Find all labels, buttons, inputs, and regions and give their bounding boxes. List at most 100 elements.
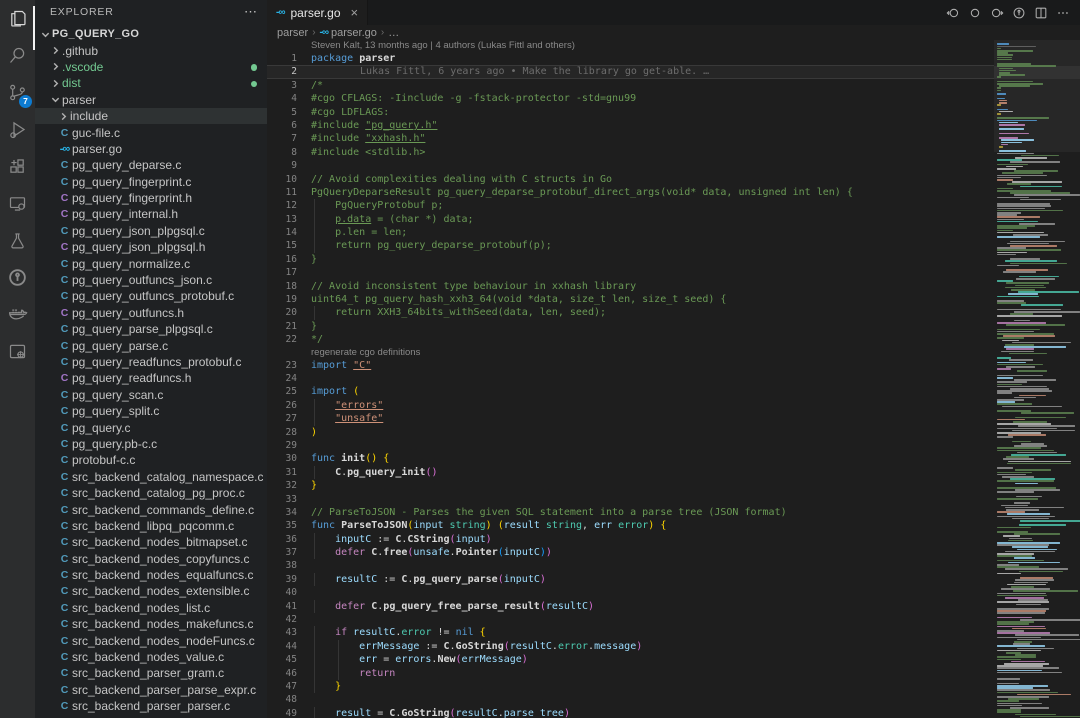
next-change-icon[interactable] bbox=[989, 5, 1004, 20]
code-line-48[interactable]: 48 bbox=[267, 693, 994, 706]
tree-item-pg-query-internal-h[interactable]: Cpg_query_internal.h bbox=[35, 206, 267, 222]
tree-item-pg-query-outfuncs-protobuf-c[interactable]: Cpg_query_outfuncs_protobuf.c bbox=[35, 288, 267, 304]
tree-item-src-backend-nodes-extensible-c[interactable]: Csrc_backend_nodes_extensible.c bbox=[35, 583, 267, 599]
tree-item-pg-query-readfuncs-protobuf-c[interactable]: Cpg_query_readfuncs_protobuf.c bbox=[35, 354, 267, 370]
code-line-14[interactable]: 14 p.len = len; bbox=[267, 226, 994, 239]
code-line-31[interactable]: 31 C.pg_query_init() bbox=[267, 466, 994, 479]
code-line-22[interactable]: 22*/ bbox=[267, 333, 994, 346]
tree-item--github[interactable]: .github bbox=[35, 42, 267, 58]
tree-item-pg-query-fingerprint-c[interactable]: Cpg_query_fingerprint.c bbox=[35, 174, 267, 190]
tree-item-src-backend-nodes-value-c[interactable]: Csrc_backend_nodes_value.c bbox=[35, 649, 267, 665]
tree-item-src-backend-commands-define-c[interactable]: Csrc_backend_commands_define.c bbox=[35, 501, 267, 517]
codelens-annotation[interactable]: Steven Kalt, 13 months ago | 4 authors (… bbox=[267, 40, 994, 52]
code-line-49[interactable]: 49 result = C.GoString(resultC.parse_tre… bbox=[267, 707, 994, 718]
code-line-8[interactable]: 8#include <stdlib.h> bbox=[267, 146, 994, 159]
tree-item-pg-query-fingerprint-h[interactable]: Cpg_query_fingerprint.h bbox=[35, 190, 267, 206]
code-line-39[interactable]: 39 resultC := C.pg_query_parse(inputC) bbox=[267, 573, 994, 586]
code-line-47[interactable]: 47 } bbox=[267, 680, 994, 693]
prev-change-icon[interactable] bbox=[945, 5, 960, 20]
tree-item-pg-query-pb-c-c[interactable]: Cpg_query.pb-c.c bbox=[35, 436, 267, 452]
tree-item-pg-query-normalize-c[interactable]: Cpg_query_normalize.c bbox=[35, 255, 267, 271]
tree-item-dist[interactable]: dist bbox=[35, 75, 267, 91]
code-line-40[interactable]: 40 bbox=[267, 586, 994, 599]
close-icon[interactable]: × bbox=[351, 5, 359, 20]
code-line-4[interactable]: 4#cgo CFLAGS: -Iinclude -g -fstack-prote… bbox=[267, 92, 994, 105]
tree-item-pg-query-scan-c[interactable]: Cpg_query_scan.c bbox=[35, 387, 267, 403]
code-line-9[interactable]: 9 bbox=[267, 159, 994, 172]
tree-item-src-backend-catalog-pg-proc-c[interactable]: Csrc_backend_catalog_pg_proc.c bbox=[35, 485, 267, 501]
code-line-27[interactable]: 27 "unsafe" bbox=[267, 412, 994, 425]
code-line-29[interactable]: 29 bbox=[267, 439, 994, 452]
tree-item--vscode[interactable]: .vscode bbox=[35, 59, 267, 75]
code-line-2[interactable]: 2Lukas Fittl, 6 years ago • Make the lib… bbox=[267, 65, 994, 78]
code-line-28[interactable]: 28) bbox=[267, 426, 994, 439]
activity-source-control-icon[interactable]: 7 bbox=[0, 74, 35, 111]
activity-run-debug-icon[interactable] bbox=[0, 111, 35, 148]
tree-item-src-backend-nodes-equalfuncs-c[interactable]: Csrc_backend_nodes_equalfuncs.c bbox=[35, 567, 267, 583]
tree-item-pg-query-split-c[interactable]: Cpg_query_split.c bbox=[35, 403, 267, 419]
code-line-35[interactable]: 35func ParseToJSON(input string) (result… bbox=[267, 519, 994, 532]
more-icon[interactable] bbox=[1055, 5, 1070, 20]
code-line-1[interactable]: 1package parser bbox=[267, 52, 994, 65]
code-line-26[interactable]: 26 "errors" bbox=[267, 399, 994, 412]
code-line-20[interactable]: 20 return XXH3_64bits_withSeed(data, len… bbox=[267, 306, 994, 319]
code-line-46[interactable]: 46 return bbox=[267, 667, 994, 680]
activity-docker-icon[interactable] bbox=[0, 296, 35, 333]
tree-item-pg-query-json-plpgsql-h[interactable]: Cpg_query_json_plpgsql.h bbox=[35, 239, 267, 255]
code-line-6[interactable]: 6#include "pg_query.h" bbox=[267, 119, 994, 132]
code-line-23[interactable]: 23import "C" bbox=[267, 359, 994, 372]
tree-item-src-backend-nodes-bitmapset-c[interactable]: Csrc_backend_nodes_bitmapset.c bbox=[35, 534, 267, 550]
code-line-36[interactable]: 36 inputC := C.CString(input) bbox=[267, 533, 994, 546]
tree-item-protobuf-c-c[interactable]: Cprotobuf-c.c bbox=[35, 452, 267, 468]
tree-item-src-backend-nodes-nodefuncs-c[interactable]: Csrc_backend_nodes_nodeFuncs.c bbox=[35, 632, 267, 648]
code-line-43[interactable]: 43 if resultC.error != nil { bbox=[267, 626, 994, 639]
code-line-5[interactable]: 5#cgo LDFLAGS: bbox=[267, 106, 994, 119]
tab-parser-go[interactable]: -∞ parser.go × bbox=[267, 0, 368, 25]
tree-item-pg-query-c[interactable]: Cpg_query.c bbox=[35, 419, 267, 435]
activity-extensions-icon[interactable] bbox=[0, 148, 35, 185]
code-line-33[interactable]: 33 bbox=[267, 493, 994, 506]
breadcrumb-item[interactable]: parser bbox=[277, 27, 308, 39]
code-area[interactable]: Steven Kalt, 13 months ago | 4 authors (… bbox=[267, 40, 994, 718]
tree-item-src-backend-parser-parse-expr-c[interactable]: Csrc_backend_parser_parse_expr.c bbox=[35, 682, 267, 698]
codelens-annotation[interactable]: regenerate cgo definitions bbox=[267, 347, 994, 359]
code-line-16[interactable]: 16} bbox=[267, 253, 994, 266]
code-line-44[interactable]: 44 errMessage := C.GoString(resultC.erro… bbox=[267, 640, 994, 653]
code-line-37[interactable]: 37 defer C.free(unsafe.Pointer(inputC)) bbox=[267, 546, 994, 559]
code-line-10[interactable]: 10// Avoid complexities dealing with C s… bbox=[267, 173, 994, 186]
minimap[interactable] bbox=[994, 40, 1080, 718]
code-line-32[interactable]: 32} bbox=[267, 479, 994, 492]
code-line-38[interactable]: 38 bbox=[267, 559, 994, 572]
code-line-30[interactable]: 30func init() { bbox=[267, 452, 994, 465]
code-line-25[interactable]: 25import ( bbox=[267, 385, 994, 398]
code-line-15[interactable]: 15 return pg_query_deparse_protobuf(p); bbox=[267, 239, 994, 252]
code-line-41[interactable]: 41 defer C.pg_query_free_parse_result(re… bbox=[267, 600, 994, 613]
activity-explorer-icon[interactable] bbox=[0, 0, 35, 37]
activity-gitlens-icon[interactable] bbox=[0, 259, 35, 296]
code-line-17[interactable]: 17 bbox=[267, 266, 994, 279]
tree-item-src-backend-nodes-copyfuncs-c[interactable]: Csrc_backend_nodes_copyfuncs.c bbox=[35, 551, 267, 567]
activity-testing-icon[interactable] bbox=[0, 222, 35, 259]
tree-item-pg-query-outfuncs-h[interactable]: Cpg_query_outfuncs.h bbox=[35, 305, 267, 321]
activity-remote-explorer-icon[interactable] bbox=[0, 185, 35, 222]
tree-item-pg-query-json-plpgsql-c[interactable]: Cpg_query_json_plpgsql.c bbox=[35, 223, 267, 239]
tree-item-pg-query-outfuncs-json-c[interactable]: Cpg_query_outfuncs_json.c bbox=[35, 272, 267, 288]
tree-item-src-backend-libpq-pqcomm-c[interactable]: Csrc_backend_libpq_pqcomm.c bbox=[35, 518, 267, 534]
tree-item-src-backend-parser-gram-c[interactable]: Csrc_backend_parser_gram.c bbox=[35, 665, 267, 681]
code-line-34[interactable]: 34// ParseToJSON - Parses the given SQL … bbox=[267, 506, 994, 519]
code-line-11[interactable]: 11PgQueryDeparseResult pg_query_deparse_… bbox=[267, 186, 994, 199]
code-line-45[interactable]: 45 err = errors.New(errMessage) bbox=[267, 653, 994, 666]
tree-item-parser[interactable]: parser bbox=[35, 92, 267, 108]
more-actions-icon[interactable]: ⋯ bbox=[244, 4, 257, 20]
tree-item-src-backend-catalog-namespace-c[interactable]: Csrc_backend_catalog_namespace.c bbox=[35, 469, 267, 485]
tree-root-pg-query-go[interactable]: PG_QUERY_GO bbox=[35, 26, 267, 42]
activity-search-icon[interactable] bbox=[0, 37, 35, 74]
code-line-7[interactable]: 7#include "xxhash.h" bbox=[267, 132, 994, 145]
split-editor-icon[interactable] bbox=[1033, 5, 1048, 20]
code-line-12[interactable]: 12 PgQueryProtobuf p; bbox=[267, 199, 994, 212]
code-line-19[interactable]: 19uint64_t pg_query_hash_xxh3_64(void *d… bbox=[267, 293, 994, 306]
change-icon[interactable] bbox=[967, 5, 982, 20]
code-line-21[interactable]: 21} bbox=[267, 320, 994, 333]
code-line-24[interactable]: 24 bbox=[267, 372, 994, 385]
code-line-3[interactable]: 3/* bbox=[267, 79, 994, 92]
